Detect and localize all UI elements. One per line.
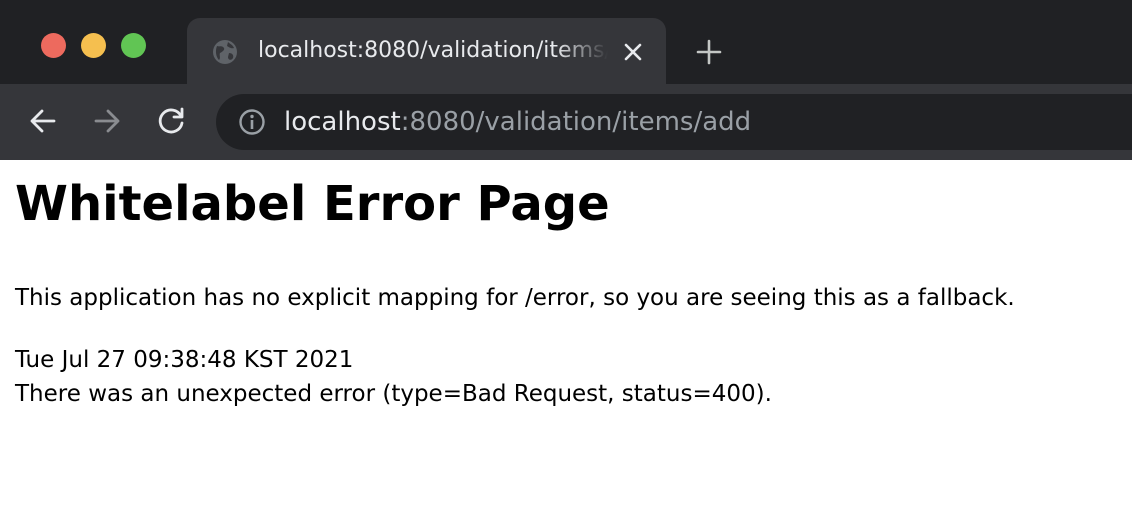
browser-chrome: localhost:8080/validation/items/add loca… — [0, 0, 1132, 160]
arrow-left-icon[interactable] — [28, 106, 58, 136]
globe-icon — [213, 40, 237, 64]
reload-icon[interactable] — [157, 106, 187, 136]
close-window-button[interactable] — [41, 33, 66, 58]
minimize-window-button[interactable] — [81, 33, 106, 58]
info-icon[interactable] — [238, 108, 266, 136]
url-host: localhost — [284, 107, 401, 137]
window-controls — [41, 33, 146, 58]
close-icon[interactable] — [621, 40, 645, 64]
url-text: localhost:8080/validation/items/add — [284, 106, 751, 138]
arrow-right-icon[interactable] — [92, 106, 122, 136]
error-timestamp: Tue Jul 27 09:38:48 KST 2021 — [15, 347, 354, 373]
url-path: :8080/validation/items/add — [400, 107, 752, 137]
error-message: This application has no explicit mapping… — [15, 285, 1015, 311]
error-status: There was an unexpected error (type=Bad … — [15, 381, 772, 407]
tab-title: localhost:8080/validation/items/add — [258, 38, 608, 63]
address-bar[interactable]: localhost:8080/validation/items/add — [216, 94, 1132, 150]
toolbar: localhost:8080/validation/items/add — [0, 84, 1132, 160]
browser-tab[interactable]: localhost:8080/validation/items/add — [187, 18, 666, 84]
page-title: Whitelabel Error Page — [15, 176, 610, 232]
error-details: Tue Jul 27 09:38:48 KST 2021 There was a… — [15, 343, 772, 411]
maximize-window-button[interactable] — [121, 33, 146, 58]
plus-icon[interactable] — [695, 38, 723, 66]
